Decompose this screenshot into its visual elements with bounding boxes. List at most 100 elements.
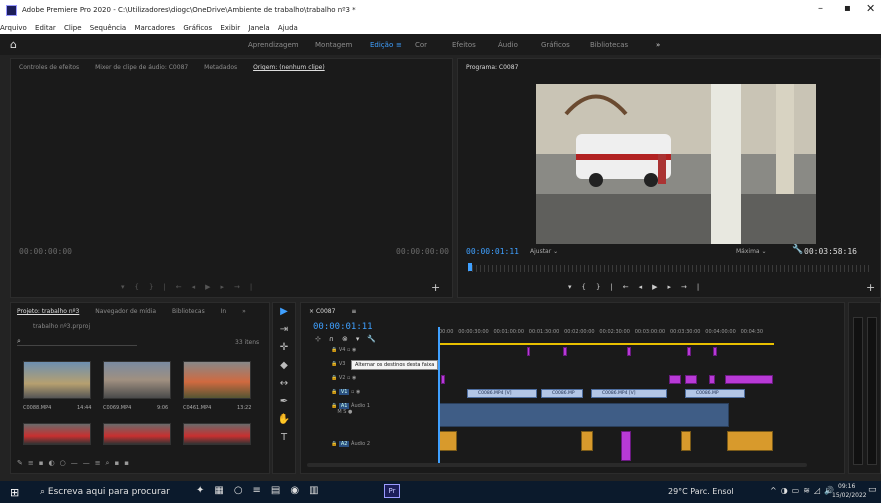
tab-info[interactable]: In (221, 308, 227, 315)
tab-libraries[interactable]: Bibliotecas (172, 308, 205, 315)
timeline-clip[interactable] (627, 347, 631, 356)
razor-tool-icon[interactable]: ◆ (273, 357, 295, 375)
weather-text[interactable]: 29°C Parc. Ensol (668, 487, 734, 496)
ws-more[interactable]: » (656, 41, 660, 49)
audio-clip[interactable] (681, 431, 691, 451)
timeline-clip[interactable] (441, 375, 445, 384)
timeline-clip[interactable]: C0086.MP4 [V] (467, 389, 537, 398)
timeline-tab[interactable]: × C0087 ≡ (309, 308, 356, 315)
track-v4-header[interactable]: 🔒 V4 ▫ ◉ (331, 347, 356, 353)
taskbar-app-icons: ✦▦○≡▤◉▥ (196, 485, 329, 496)
track-v2-header[interactable]: 🔒 V2 ▫ ◉ (331, 375, 356, 381)
hand-tool-icon[interactable]: ✋ (273, 411, 295, 429)
track-select-tool-icon[interactable]: ⇥ (273, 321, 295, 339)
tab-source[interactable]: Origem: (nenhum clipe) (253, 64, 325, 71)
project-item-thumb[interactable] (23, 361, 91, 399)
menu-arquivo[interactable]: Arquivo (0, 24, 27, 32)
type-tool-icon[interactable]: T (273, 429, 295, 447)
track-a2-header[interactable]: 🔒 A2 Áudio 2 (331, 441, 370, 447)
project-search-input[interactable]: ⌕ (17, 337, 137, 346)
program-scrub-bar[interactable] (468, 265, 872, 272)
audio-clip[interactable] (621, 431, 631, 461)
source-duration: 00:00:00:00 (396, 247, 449, 256)
ws-graficos[interactable]: Gráficos (541, 41, 570, 49)
timeline-playhead[interactable] (438, 327, 440, 463)
tab-project[interactable]: Projeto: trabalho nº3 (17, 308, 79, 315)
ws-edicao[interactable]: Edição (370, 41, 393, 49)
tab-more[interactable]: » (242, 308, 246, 315)
project-item-thumb[interactable] (183, 361, 251, 399)
track-v3-header[interactable]: 🔒 V3 (331, 361, 345, 367)
clock-time[interactable]: 09:16 (838, 483, 855, 490)
program-timecode[interactable]: 00:00:01:11 (466, 247, 519, 256)
wrench-icon[interactable]: 🔧 (792, 245, 803, 255)
timeline-clip[interactable] (563, 347, 567, 356)
clock-date[interactable]: 15/02/2022 (832, 492, 867, 499)
pen-tool-icon[interactable]: ✒ (273, 393, 295, 411)
timeline-clip[interactable]: C0086.MP4 [V] (591, 389, 667, 398)
home-icon[interactable]: ⌂ (10, 38, 17, 51)
source-transport-controls: ▾{}|←◂▶▸→| (121, 283, 263, 291)
ws-montagem[interactable]: Montagem (315, 41, 352, 49)
ripple-edit-tool-icon[interactable]: ✛ (273, 339, 295, 357)
timeline-clip[interactable] (685, 375, 697, 384)
audio-clip[interactable] (581, 431, 593, 451)
ws-audio[interactable]: Áudio (498, 41, 518, 49)
program-add-button[interactable]: + (866, 281, 875, 294)
menu-janela[interactable]: Janela (248, 24, 269, 32)
timeline-timecode[interactable]: 00:00:01:11 (313, 322, 373, 332)
project-item-thumb[interactable] (23, 423, 91, 445)
source-add-button[interactable]: + (431, 281, 440, 294)
audio-meter-bar (867, 317, 877, 465)
project-item-thumb[interactable] (103, 423, 171, 445)
audio-clip[interactable] (439, 431, 457, 451)
tab-audio-mixer[interactable]: Mixer de clipe de áudio: C0087 (95, 64, 188, 71)
work-area-bar[interactable] (439, 343, 774, 345)
timeline-clip[interactable] (687, 347, 691, 356)
menu-ajuda[interactable]: Ajuda (278, 24, 298, 32)
ws-bibliotecas[interactable]: Bibliotecas (590, 41, 628, 49)
program-fit-dropdown[interactable]: Ajustar ⌄ (530, 248, 558, 255)
audio-clip[interactable] (439, 403, 729, 427)
program-quality-dropdown[interactable]: Máxima ⌄ (736, 248, 767, 255)
notification-icon[interactable]: ▭ (868, 485, 877, 495)
slip-tool-icon[interactable]: ↔ (273, 375, 295, 393)
ws-aprendizagem[interactable]: Aprendizagem (248, 41, 299, 49)
minimize-button[interactable]: – (818, 3, 823, 14)
ws-efeitos[interactable]: Efeitos (452, 41, 476, 49)
start-button[interactable]: ⊞ (10, 486, 19, 499)
timeline-ruler[interactable]: 00:00 00:00:30:00 00:01:00:00 00:01:30:0… (439, 329, 839, 335)
project-footer-icons: ✎≡▪◐○——≡⌕▪▪ (17, 459, 134, 467)
track-v1-header[interactable]: 🔒 V1 ▫ ◉ (331, 389, 360, 395)
maximize-button[interactable]: ▪ (844, 3, 851, 14)
program-tab[interactable]: Programa: C0087 (466, 64, 518, 71)
timeline-clip[interactable] (669, 375, 681, 384)
audio-clip[interactable] (727, 431, 773, 451)
menu-sequencia[interactable]: Sequência (90, 24, 126, 32)
timeline-scroll-bar[interactable] (307, 463, 807, 467)
timeline-clip[interactable]: C0086.MP (685, 389, 745, 398)
tab-effect-controls[interactable]: Controles de efeitos (19, 64, 79, 71)
tab-metadata[interactable]: Metadados (204, 64, 237, 71)
ws-cor[interactable]: Cor (415, 41, 427, 49)
timeline-clip[interactable] (725, 375, 773, 384)
project-item-thumb[interactable] (103, 361, 171, 399)
menu-clipe[interactable]: Clipe (64, 24, 82, 32)
close-button[interactable]: ✕ (866, 2, 875, 15)
project-item-thumb[interactable] (183, 423, 251, 445)
menu-editar[interactable]: Editar (35, 24, 56, 32)
timeline-clip[interactable] (709, 375, 715, 384)
timeline-clip[interactable] (527, 347, 530, 356)
taskbar-search[interactable]: ⌕ Escreva aqui para procurar (40, 487, 170, 497)
selection-tool-icon[interactable]: ▶ (273, 303, 295, 321)
ws-menu-icon[interactable]: ≡ (396, 41, 402, 49)
menu-exibir[interactable]: Exibir (220, 24, 240, 32)
program-playhead[interactable] (468, 263, 472, 271)
timeline-clip[interactable]: C0086.MP (541, 389, 583, 398)
timeline-clip[interactable] (713, 347, 717, 356)
tab-media-browser[interactable]: Navegador de mídia (95, 308, 156, 315)
menu-graficos[interactable]: Gráficos (183, 24, 212, 32)
menu-marcadores[interactable]: Marcadores (134, 24, 175, 32)
premiere-taskbar-icon[interactable]: Pr (384, 484, 400, 498)
track-a1-header[interactable]: 🔒 A1 Áudio 1 M S ● (331, 403, 370, 433)
